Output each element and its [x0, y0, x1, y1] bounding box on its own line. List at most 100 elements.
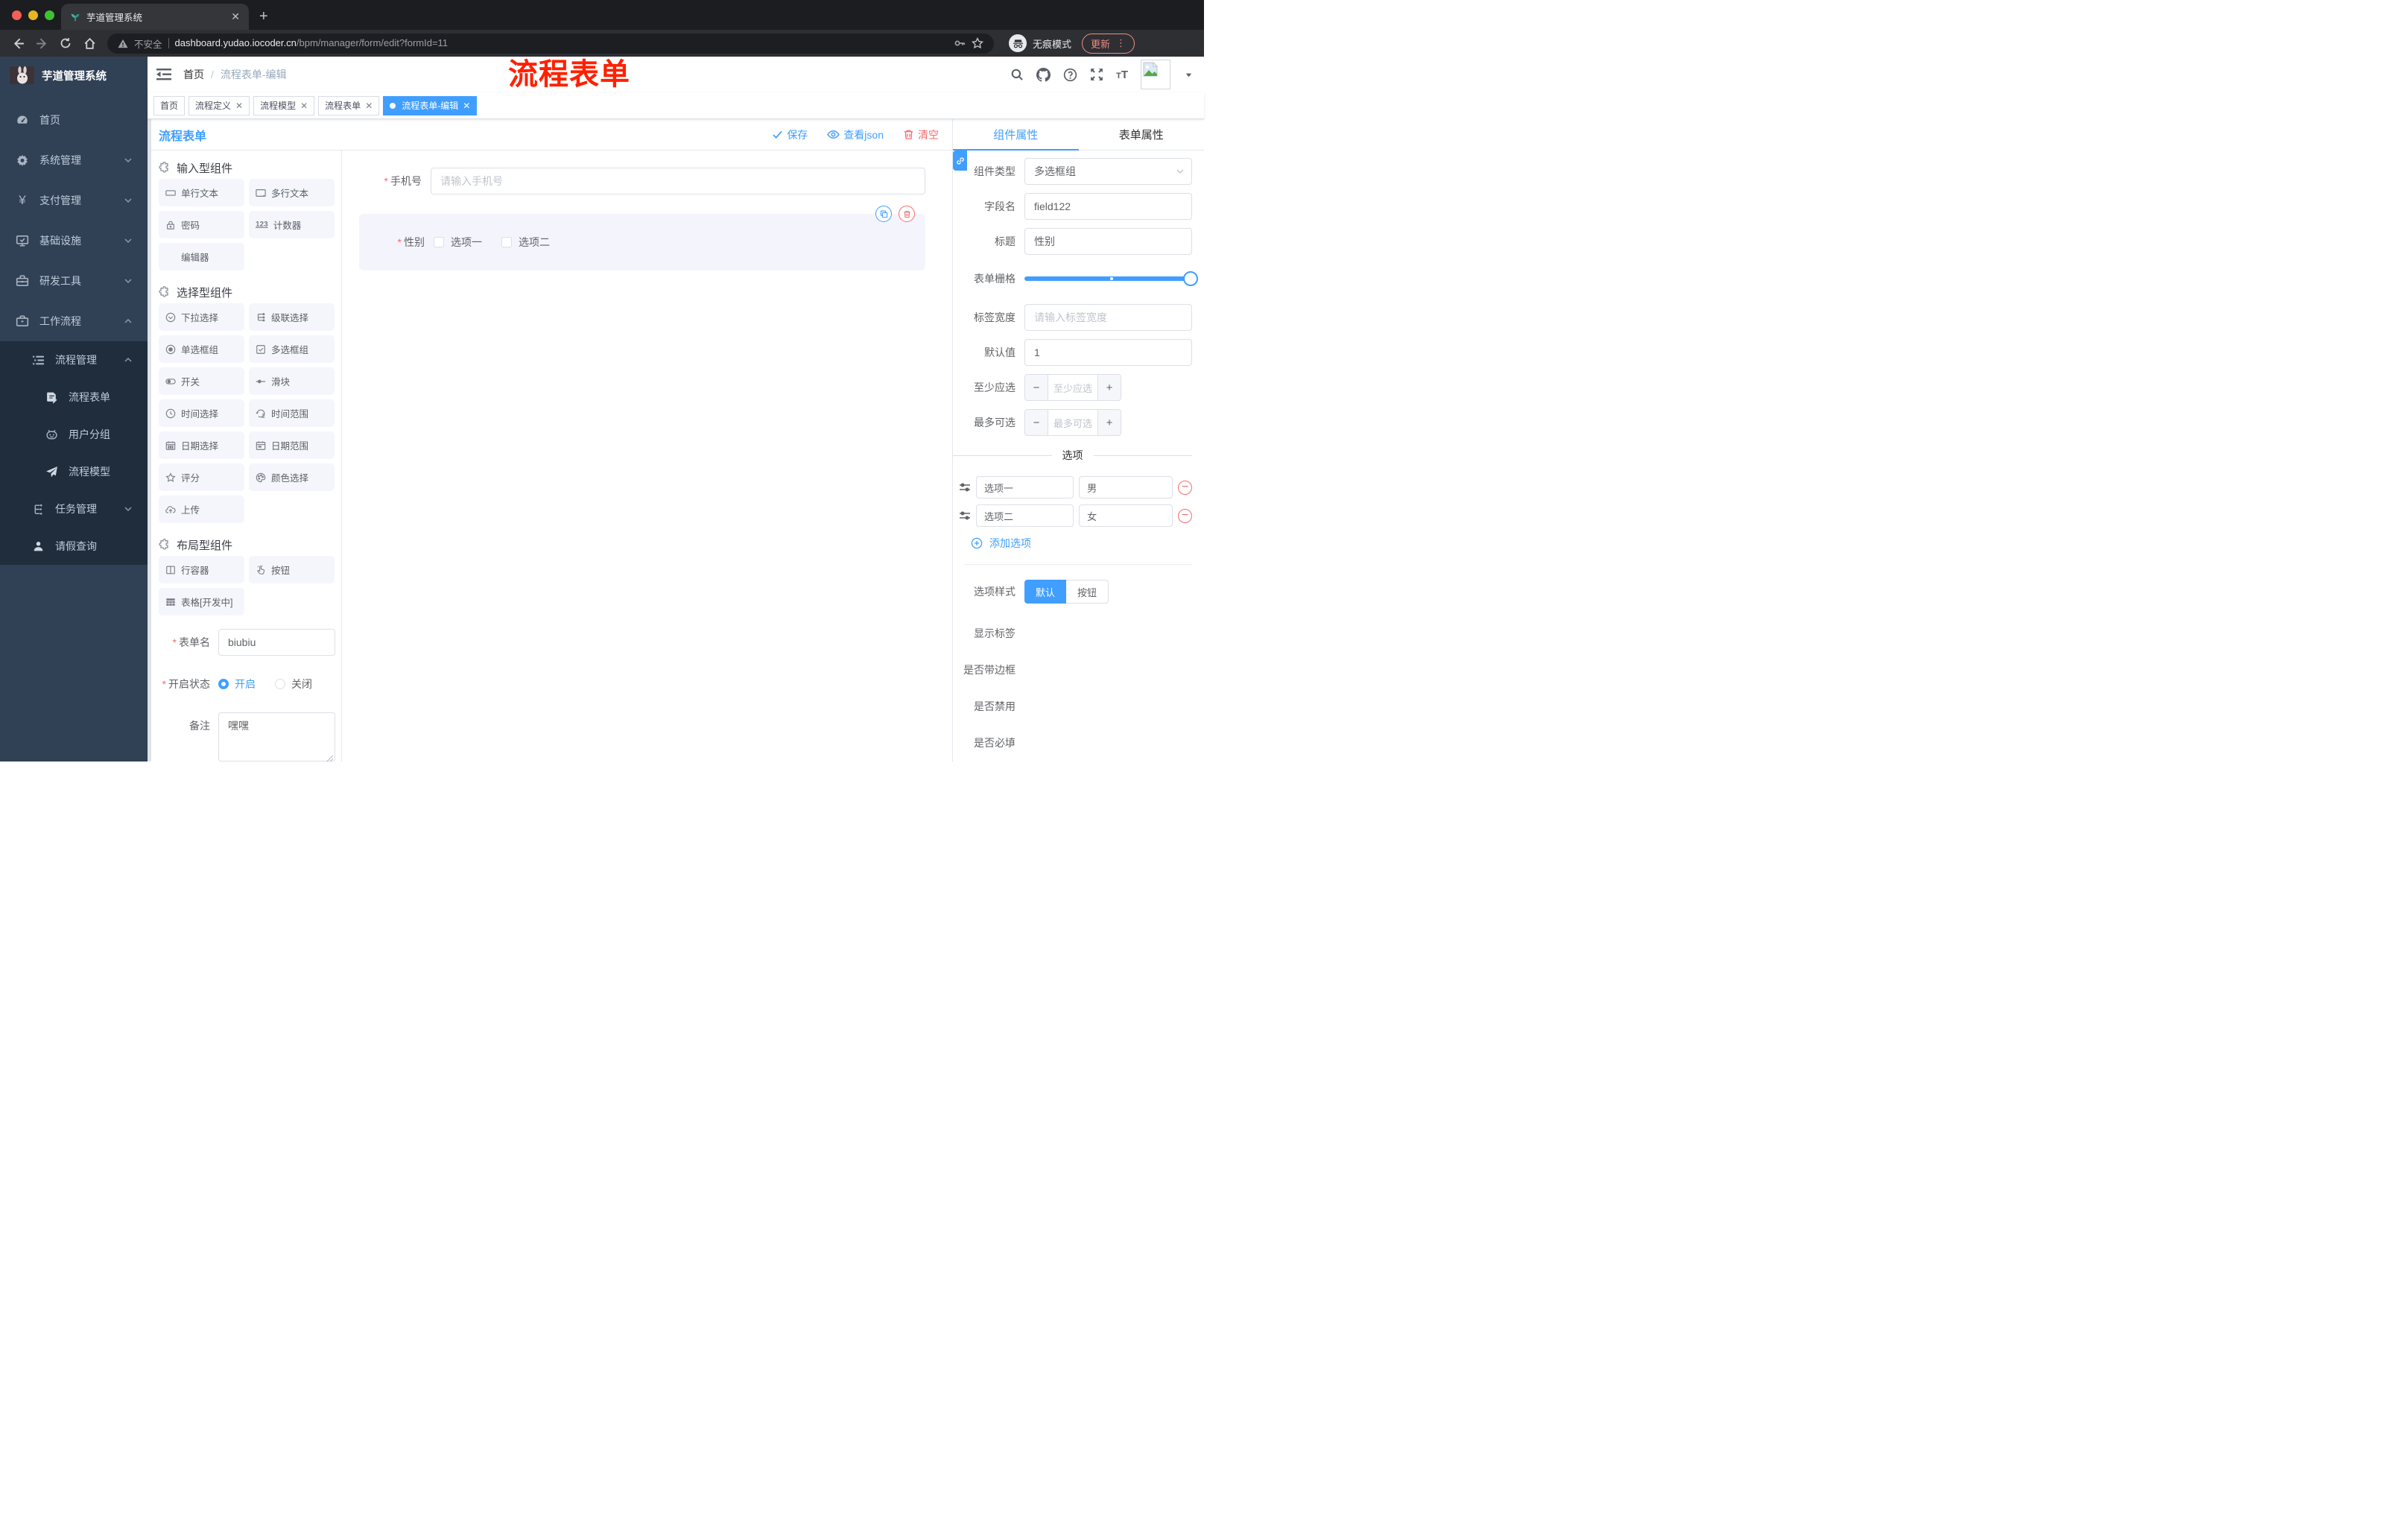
sidebar-item-infrastructure[interactable]: 基础设施 [0, 221, 148, 261]
search-icon[interactable] [1010, 68, 1024, 81]
option-2-value-input[interactable] [1079, 504, 1173, 527]
gender-option-1[interactable]: 选项一 [434, 235, 482, 250]
window-controls[interactable] [12, 10, 54, 20]
component-checkbox-group[interactable]: 多选框组 [249, 335, 335, 363]
new-tab-button[interactable]: + [259, 8, 268, 25]
close-icon[interactable]: ✕ [463, 101, 470, 111]
increase-button[interactable]: + [1097, 410, 1121, 435]
component-editor[interactable]: 编辑器 [159, 243, 244, 270]
update-label[interactable]: 更新 [1091, 37, 1110, 51]
component-date-picker[interactable]: 日期选择 [159, 431, 244, 459]
remove-option-button[interactable]: − [1178, 480, 1192, 495]
component-switch[interactable]: 开关 [159, 367, 244, 395]
max-select-stepper[interactable]: − 最多可选 + [1024, 409, 1121, 436]
phone-field[interactable]: * 手机号 [351, 168, 925, 194]
not-secure-label[interactable]: 不安全 [134, 37, 162, 51]
component-type-select[interactable] [1024, 158, 1192, 185]
component-rate[interactable]: 评分 [159, 463, 244, 491]
tab-component-props[interactable]: 组件属性 [953, 119, 1079, 151]
sidebar-logo[interactable]: 芋道管理系统 [0, 57, 148, 94]
grid-slider[interactable] [1024, 265, 1198, 292]
delete-component-button[interactable] [899, 206, 915, 222]
copy-component-button[interactable] [875, 206, 892, 222]
font-size-icon[interactable]: TT [1116, 69, 1128, 81]
sidebar-item-process-management[interactable]: 流程管理 [0, 341, 148, 379]
component-date-range[interactable]: 日期范围 [249, 431, 335, 459]
drag-handle-icon[interactable] [959, 510, 971, 522]
max-select-value[interactable]: 最多可选 [1048, 410, 1097, 435]
component-upload[interactable]: 上传 [159, 495, 244, 523]
avatar[interactable] [1141, 60, 1170, 89]
browser-update-button[interactable]: 更新 ⋮ [1082, 33, 1135, 54]
remove-option-button[interactable]: − [1178, 508, 1192, 523]
option-2-label-input[interactable] [976, 504, 1074, 527]
bookmark-star-icon[interactable] [972, 37, 983, 49]
component-slider[interactable]: 滑块 [249, 367, 335, 395]
sidebar-item-leave-query[interactable]: 请假查询 [0, 528, 148, 565]
status-off-radio[interactable]: 关闭 [275, 677, 312, 691]
component-time-picker[interactable]: 时间选择 [159, 399, 244, 427]
slider-track[interactable] [1024, 271, 1198, 286]
minimize-window-button[interactable] [28, 10, 38, 20]
link-tag[interactable] [953, 151, 967, 171]
password-key-icon[interactable] [954, 37, 966, 49]
sidebar-item-system[interactable]: 系统管理 [0, 140, 148, 180]
sidebar-item-payment[interactable]: ¥ 支付管理 [0, 180, 148, 221]
form-canvas[interactable]: *手机号 *性别 [342, 151, 952, 762]
style-button-button[interactable]: 按钮 [1066, 580, 1109, 604]
field-name-input[interactable] [1024, 193, 1192, 220]
component-radio-group[interactable]: 单选框组 [159, 335, 244, 363]
style-default-button[interactable]: 默认 [1024, 580, 1067, 604]
sidebar-item-home[interactable]: 首页 [0, 100, 148, 140]
min-select-value[interactable]: 至少应选 [1048, 375, 1097, 400]
scrollbar-track[interactable] [148, 119, 151, 762]
add-option-button[interactable]: 添加选项 [971, 536, 1192, 551]
component-row-container[interactable]: 行容器 [159, 556, 244, 583]
collapse-sidebar-icon[interactable] [156, 68, 171, 81]
default-value-input[interactable] [1024, 339, 1192, 366]
selected-component-gender[interactable]: * 性别 选项一 选项二 [359, 206, 925, 270]
tag-process-form[interactable]: 流程表单 ✕ [318, 95, 380, 115]
close-icon[interactable]: ✕ [365, 101, 373, 111]
title-input[interactable] [1024, 228, 1192, 255]
sidebar-item-process-model[interactable]: 流程模型 [0, 453, 148, 490]
component-multi-line-text[interactable]: 多行文本 [249, 179, 335, 206]
status-on-radio[interactable]: 开启 [218, 677, 256, 691]
sidebar-item-devtools[interactable]: 研发工具 [0, 261, 148, 301]
fullscreen-icon[interactable] [1090, 68, 1103, 81]
label-width-input[interactable] [1024, 304, 1192, 331]
avatar-caret-icon[interactable] [1185, 71, 1193, 79]
github-icon[interactable] [1036, 67, 1051, 82]
help-icon[interactable] [1063, 68, 1077, 82]
forward-icon[interactable] [31, 33, 52, 54]
component-counter[interactable]: 123 计数器 [249, 211, 335, 238]
save-button[interactable]: 保存 [772, 127, 808, 142]
decrease-button[interactable]: − [1025, 410, 1048, 435]
tag-home[interactable]: 首页 [153, 95, 186, 115]
min-select-stepper[interactable]: − 至少应选 + [1024, 374, 1121, 401]
close-icon[interactable]: ✕ [235, 101, 243, 111]
gender-option-2[interactable]: 选项二 [501, 235, 550, 250]
sidebar-item-task-management[interactable]: 任务管理 [0, 490, 148, 528]
phone-input[interactable] [431, 168, 925, 194]
option-1-value-input[interactable] [1079, 476, 1173, 498]
component-password[interactable]: 密码 [159, 211, 244, 238]
checkbox[interactable] [501, 237, 512, 247]
decrease-button[interactable]: − [1025, 375, 1048, 400]
tag-process-model[interactable]: 流程模型 ✕ [253, 95, 315, 115]
component-time-range[interactable]: 时间范围 [249, 399, 335, 427]
component-select[interactable]: 下拉选择 [159, 303, 244, 331]
clear-button[interactable]: 清空 [903, 127, 939, 142]
form-name-input[interactable] [218, 629, 335, 656]
zoom-window-button[interactable] [45, 10, 54, 20]
url-text[interactable]: dashboard.yudao.iocoder.cn/bpm/manager/f… [175, 37, 449, 50]
slider-handle[interactable] [1183, 271, 1198, 286]
increase-button[interactable]: + [1097, 375, 1121, 400]
tag-process-form-edit[interactable]: 流程表单-编辑 ✕ [383, 95, 478, 115]
checkbox[interactable] [434, 237, 444, 247]
sidebar-item-process-form[interactable]: 流程表单 [0, 379, 148, 416]
component-cascader[interactable]: 级联选择 [249, 303, 335, 331]
sidebar-item-user-group[interactable]: 用户分组 [0, 416, 148, 453]
component-single-line-text[interactable]: 单行文本 [159, 179, 244, 206]
component-table[interactable]: 表格[开发中] [159, 588, 244, 615]
